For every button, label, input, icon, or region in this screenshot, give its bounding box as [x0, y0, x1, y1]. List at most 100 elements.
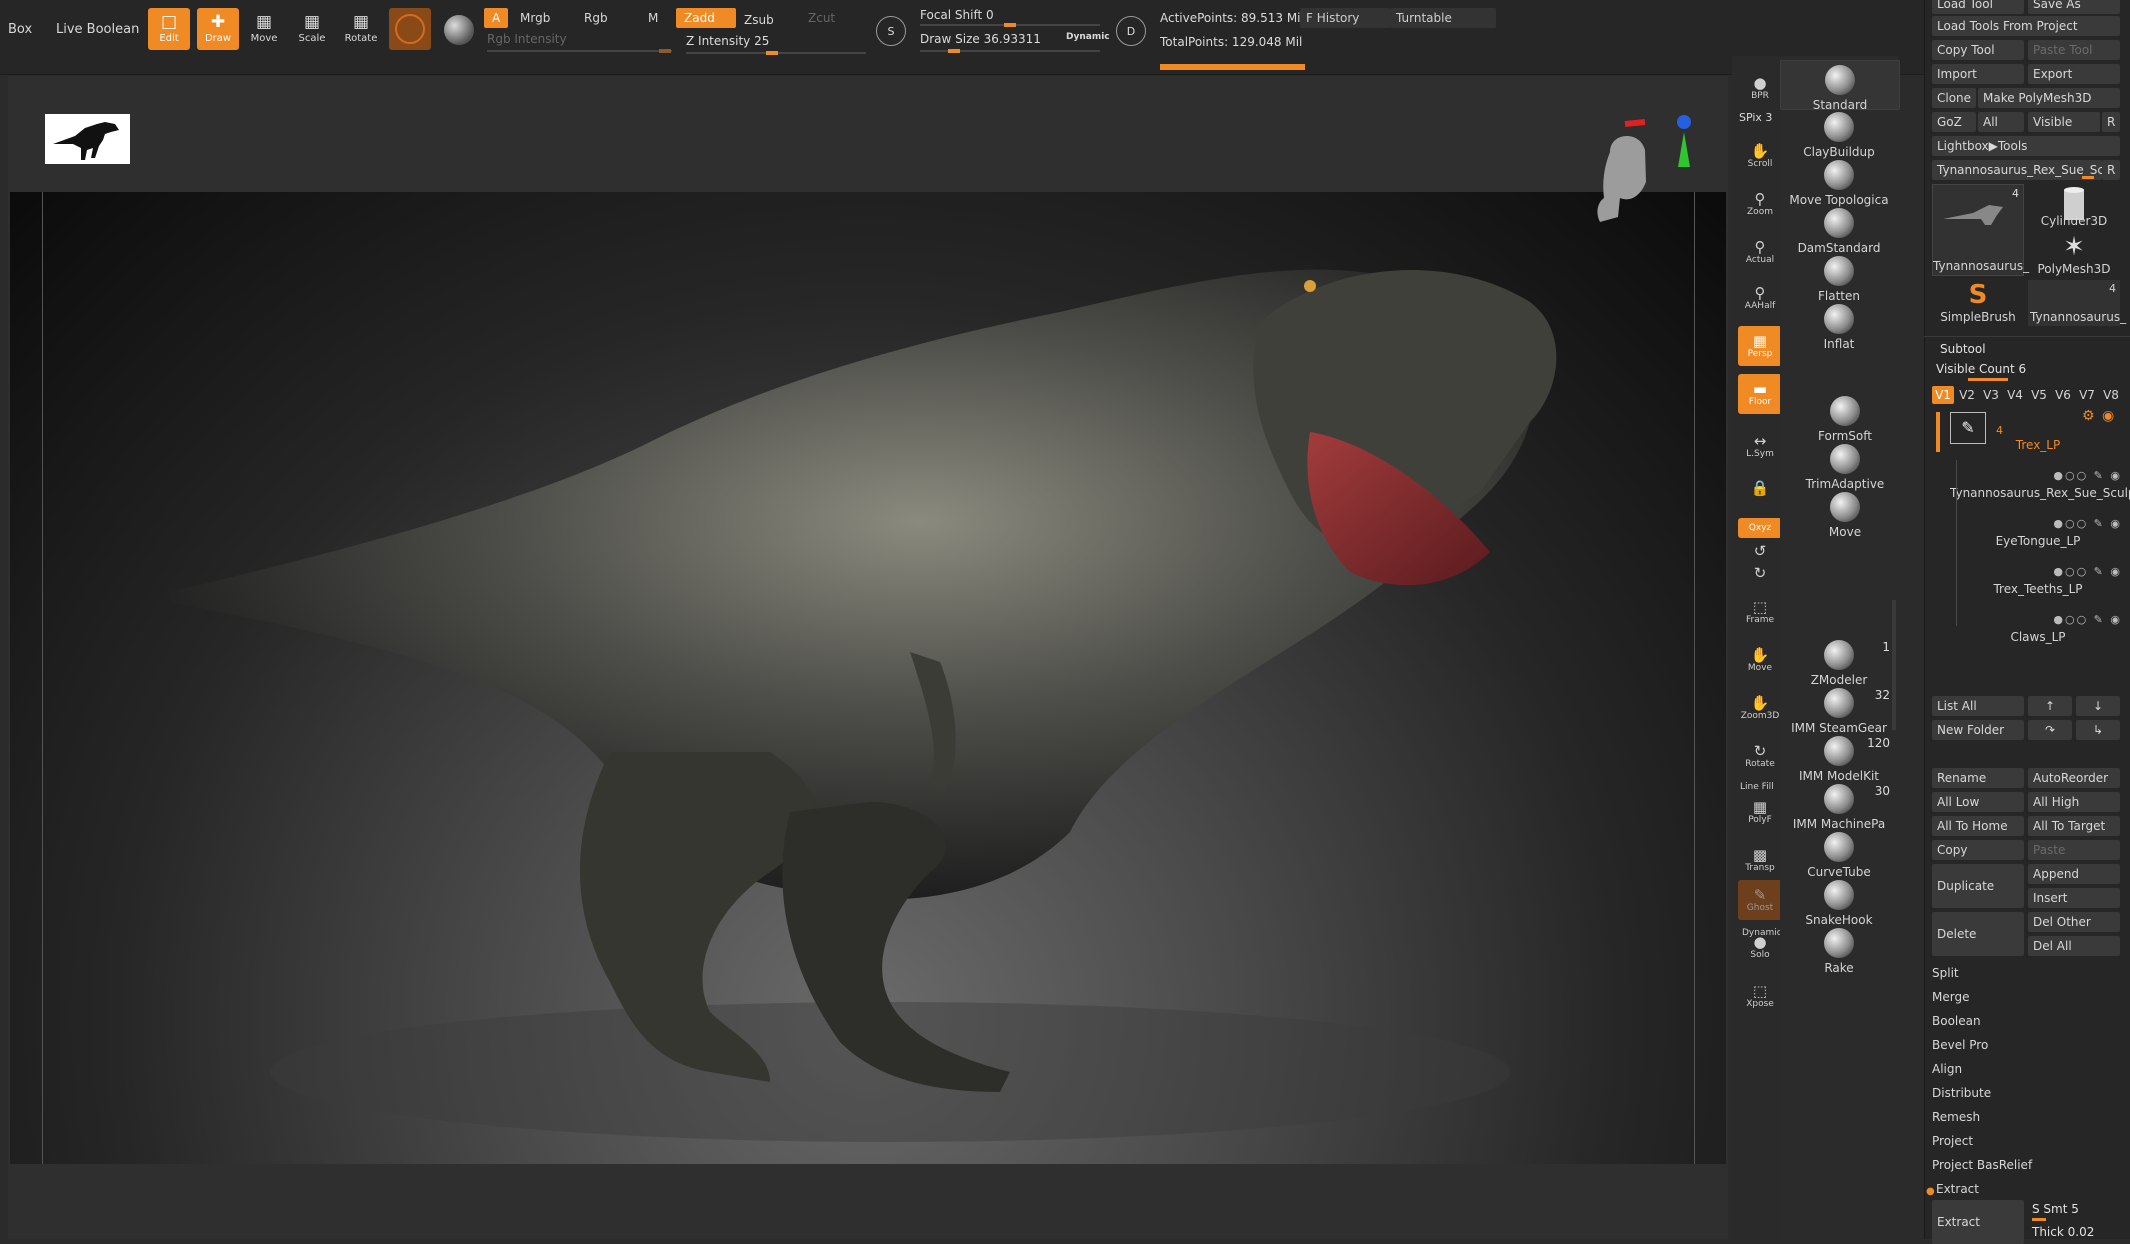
move-view-button[interactable]: ✋ Move	[1738, 640, 1782, 680]
rgb-intensity-knob[interactable]	[659, 49, 671, 53]
make-polymesh-button[interactable]: Make PolyMesh3D	[1978, 88, 2120, 108]
ghost-button[interactable]: ✎ Ghost	[1738, 880, 1782, 920]
all-to-home-button[interactable]: All To Home	[1932, 816, 2024, 836]
v7-tab[interactable]: V7	[2076, 386, 2098, 404]
v2-tab[interactable]: V2	[1956, 386, 1978, 404]
brush-rake[interactable]: Rake	[1780, 928, 1898, 975]
brush-imm-steamgear[interactable]: IMM SteamGear 32	[1780, 688, 1898, 735]
rotate-mode-button[interactable]: ▦ Rotate	[340, 8, 382, 50]
scroll-button[interactable]: ✋ Scroll	[1738, 136, 1782, 176]
draw-size-slider[interactable]	[920, 49, 1100, 53]
paste-tool-button[interactable]: Paste Tool	[2028, 40, 2120, 60]
bpr-render-button[interactable]: ● BPR	[1738, 68, 1782, 108]
project-basrelief-menu[interactable]: Project BasRelief	[1932, 1154, 2032, 1176]
goz-visible-button[interactable]: Visible	[2028, 112, 2100, 132]
box-button[interactable]: Box	[0, 18, 40, 42]
subtool-row-eyetongue[interactable]: EyeTongue_LP ●○○ ✎ ◉	[1950, 532, 2126, 580]
spix-label[interactable]: SPix 3	[1739, 111, 1772, 124]
current-tool-slider-knob[interactable]	[2082, 176, 2094, 179]
focal-shift-knob[interactable]	[1004, 23, 1016, 27]
goz-r-button[interactable]: R	[2102, 112, 2120, 132]
boolean-menu[interactable]: Boolean	[1932, 1010, 1981, 1032]
all-high-button[interactable]: All High	[2028, 792, 2120, 812]
arrow-down-button[interactable]: ↓	[2076, 696, 2120, 716]
m-toggle[interactable]: M	[640, 8, 666, 28]
copy-button[interactable]: Copy	[1932, 840, 2024, 860]
duplicate-button[interactable]: Duplicate	[1932, 864, 2024, 908]
del-all-button[interactable]: Del All	[2028, 936, 2120, 956]
gear-icon[interactable]: ⚙	[2082, 408, 2095, 424]
brush-imm-modelkit[interactable]: IMM ModelKit 120	[1780, 736, 1898, 783]
zadd-toggle[interactable]: Zadd	[676, 8, 736, 28]
zoom3d-button[interactable]: ✋ Zoom3D	[1738, 688, 1782, 728]
import-button[interactable]: Import	[1932, 64, 2024, 84]
split-menu[interactable]: Split	[1932, 962, 1959, 984]
z-intensity-knob[interactable]	[766, 51, 778, 55]
delete-button[interactable]: Delete	[1932, 912, 2024, 956]
a-toggle[interactable]: A	[484, 8, 509, 28]
lock-button[interactable]: 🔒	[1738, 468, 1782, 508]
paste-button[interactable]: Paste	[2028, 840, 2120, 860]
subtool-visibility-icons[interactable]: ●○○ ✎ ◉	[2053, 565, 2122, 578]
zcut-toggle[interactable]: Zcut	[800, 8, 843, 28]
s-smt-knob[interactable]	[2032, 1218, 2046, 1221]
brush-claybuildup[interactable]: ClayBuildup	[1780, 112, 1898, 159]
visible-count-label[interactable]: Visible Count 6	[1936, 362, 2026, 376]
autoreorder-button[interactable]: AutoReorder	[2028, 768, 2120, 788]
load-tool-button[interactable]: Load Tool	[1932, 0, 2024, 14]
d-dynamic-icon[interactable]: D	[1116, 16, 1146, 46]
aahalf-button[interactable]: ⚲ AAHalf	[1738, 278, 1782, 318]
local-symmetry-button[interactable]: ↔ L.Sym	[1738, 426, 1782, 466]
subtool-row-claws[interactable]: Claws_LP	[1950, 628, 2126, 676]
del-other-button[interactable]: Del Other	[2028, 912, 2120, 932]
subtool-visibility-icons[interactable]: ●○○ ✎ ◉	[2053, 517, 2122, 530]
merge-menu[interactable]: Merge	[1932, 986, 1969, 1008]
dynamic-label[interactable]: Dynamic	[1066, 32, 1110, 42]
brush-snakehook[interactable]: SnakeHook	[1780, 880, 1898, 927]
all-low-button[interactable]: All Low	[1932, 792, 2024, 812]
append-button[interactable]: Append	[2028, 864, 2120, 884]
polyf-button[interactable]: ▦ PolyF	[1738, 792, 1782, 832]
zsub-toggle[interactable]: Zsub	[736, 10, 782, 30]
remesh-menu[interactable]: Remesh	[1932, 1106, 1980, 1128]
xyz-toggle[interactable]: Qxyz	[1738, 518, 1782, 538]
goz-all-button[interactable]: All	[1978, 112, 2024, 132]
scale-mode-button[interactable]: ▦ Scale	[291, 8, 333, 50]
solo-button[interactable]: ● Solo	[1738, 932, 1782, 962]
distribute-menu[interactable]: Distribute	[1932, 1082, 1991, 1104]
clone-button[interactable]: Clone	[1932, 88, 1976, 108]
load-tools-from-project-button[interactable]: Load Tools From Project	[1932, 16, 2120, 36]
visible-count-slider[interactable]	[1968, 378, 2008, 381]
transp-button[interactable]: ▩ Transp	[1738, 840, 1782, 880]
save-as-button[interactable]: Save As	[2028, 0, 2120, 14]
zoom-button[interactable]: ⚲ Zoom	[1738, 184, 1782, 224]
move-folder-button[interactable]: ↷	[2028, 720, 2072, 740]
edit-mode-button[interactable]: □ Edit	[148, 8, 190, 50]
brush-damstandard[interactable]: DamStandard	[1780, 208, 1898, 255]
move-into-folder-button[interactable]: ↳	[2076, 720, 2120, 740]
v6-tab[interactable]: V6	[2052, 386, 2074, 404]
material-button[interactable]	[389, 8, 431, 50]
v8-tab[interactable]: V8	[2100, 386, 2122, 404]
floor-button[interactable]: ▬ Floor	[1738, 374, 1782, 414]
brush-move[interactable]: Move	[1786, 492, 1904, 539]
actual-button[interactable]: ⚲ Actual	[1738, 232, 1782, 272]
export-button[interactable]: Export	[2028, 64, 2120, 84]
rotate-z-button[interactable]: ↻	[1738, 564, 1782, 582]
tool-thumb-trex[interactable]: 4 Tynannosaurus_	[1932, 184, 2029, 276]
subtool-visibility-icons[interactable]: ●○○ ✎ ◉	[2053, 613, 2122, 626]
s-smt-slider[interactable]: S Smt 5	[2032, 1202, 2079, 1216]
z-intensity-slider[interactable]	[686, 51, 866, 55]
brush-scrollbar[interactable]	[1892, 600, 1896, 730]
brush-trimadaptive[interactable]: TrimAdaptive	[1786, 444, 1904, 491]
tool-thumb-simplebrush[interactable]: S SimpleBrush	[1932, 280, 2024, 326]
copy-tool-button[interactable]: Copy Tool	[1932, 40, 2024, 60]
subtool-visibility-icons[interactable]: ●○○ ✎ ◉	[2053, 469, 2122, 482]
rgb-toggle[interactable]: Rgb	[576, 8, 616, 28]
tool-thumb-polymesh3d[interactable]: ✶ PolyMesh3D	[2028, 232, 2120, 278]
subtool-row-trex-teeths[interactable]: Trex_Teeths_LP ●○○ ✎ ◉	[1950, 580, 2126, 628]
mrgb-toggle[interactable]: Mrgb	[512, 8, 558, 28]
texture-button[interactable]	[444, 15, 474, 45]
xpose-button[interactable]: ⬚ Xpose	[1738, 976, 1782, 1016]
frame-button[interactable]: ⬚ Frame	[1738, 592, 1782, 632]
